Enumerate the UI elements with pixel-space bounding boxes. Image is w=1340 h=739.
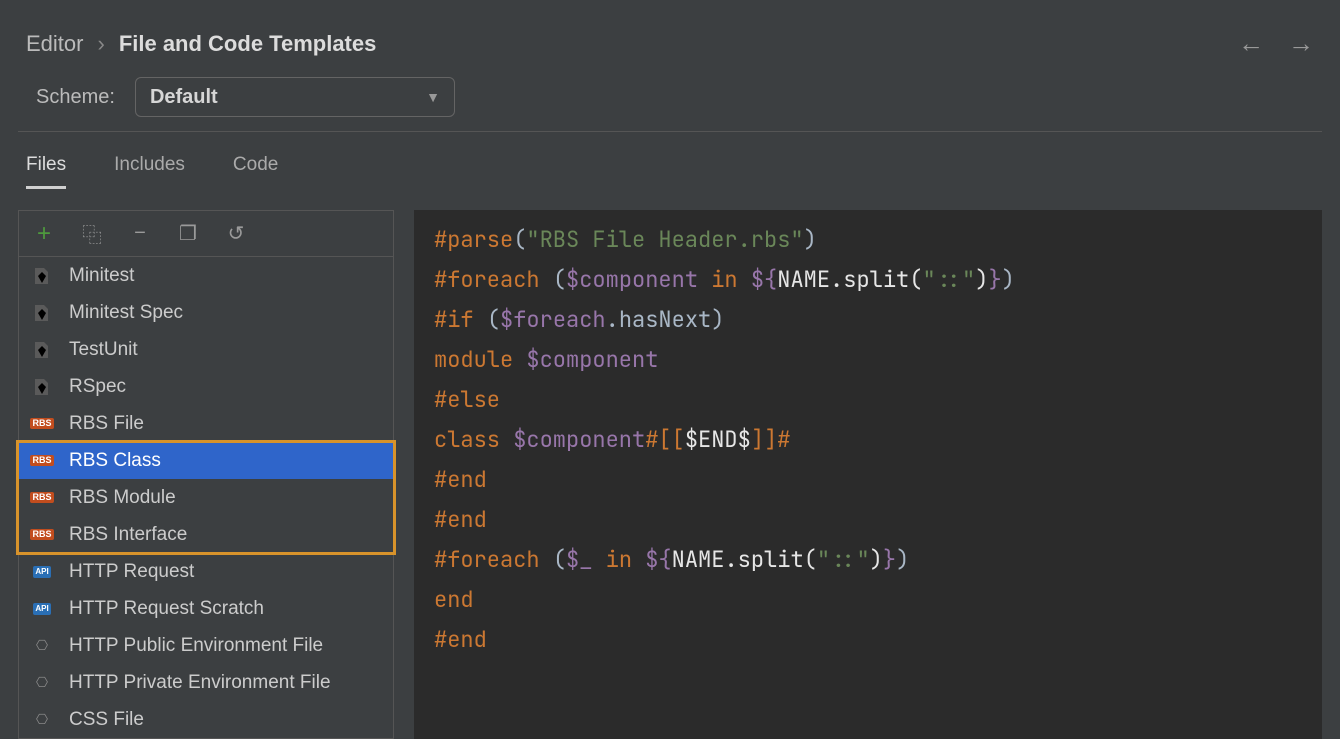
template-row[interactable]: ⎔ HTTP Public Environment File — [19, 627, 393, 664]
template-list-panel: + ⿻ − ❐ ↺ Minitest Minitest Spec TestUnit R… — [18, 210, 394, 739]
code-line: #end — [434, 620, 1302, 660]
template-toolbar: + ⿻ − ❐ ↺ — [19, 211, 393, 257]
nav-back-icon[interactable]: ← — [1238, 28, 1264, 59]
ruby-file-icon — [29, 377, 55, 397]
template-row[interactable]: ⎔ CSS File — [19, 701, 393, 738]
file-icon: ⎔ — [29, 673, 55, 693]
rbs-file-icon: RBS — [29, 488, 55, 508]
copy-template-button[interactable]: ❐ — [177, 221, 199, 246]
remove-button[interactable]: − — [129, 222, 151, 245]
scheme-label: Scheme: — [36, 86, 115, 109]
template-row[interactable]: RBS RBS Interface — [19, 516, 393, 553]
code-line: end — [434, 580, 1302, 620]
revert-button[interactable]: ↺ — [225, 221, 247, 246]
template-row[interactable]: RSpec — [19, 368, 393, 405]
scheme-select[interactable]: Default ▼ — [135, 77, 455, 117]
template-row[interactable]: RBS RBS Class — [19, 442, 393, 479]
rbs-file-icon: RBS — [29, 451, 55, 471]
template-label: RBS File — [69, 413, 144, 435]
template-label: HTTP Private Environment File — [69, 672, 331, 694]
code-line: module $component — [434, 340, 1302, 380]
template-row[interactable]: TestUnit — [19, 331, 393, 368]
code-line: #parse("RBS File Header.rbs") — [434, 220, 1302, 260]
code-line: #foreach ($component in ${NAME.split("::… — [434, 260, 1302, 300]
breadcrumb-parent[interactable]: Editor — [26, 31, 83, 57]
code-line: #if ($foreach.hasNext) — [434, 300, 1302, 340]
code-line: #else — [434, 380, 1302, 420]
ruby-file-icon — [29, 340, 55, 360]
template-row[interactable]: Minitest — [19, 257, 393, 294]
tab-code[interactable]: Code — [233, 154, 278, 189]
template-row[interactable]: Minitest Spec — [19, 294, 393, 331]
template-label: CSS File — [69, 709, 144, 731]
template-row[interactable]: API HTTP Request — [19, 553, 393, 590]
template-label: Minitest — [69, 265, 134, 287]
template-label: HTTP Public Environment File — [69, 635, 323, 657]
tab-includes[interactable]: Includes — [114, 154, 185, 189]
template-label: RBS Class — [69, 450, 161, 472]
breadcrumb-current: File and Code Templates — [119, 31, 377, 57]
add-button[interactable]: + — [33, 220, 55, 248]
template-label: RBS Interface — [69, 524, 187, 546]
api-file-icon: API — [29, 599, 55, 619]
template-label: HTTP Request — [69, 561, 194, 583]
template-row[interactable]: API HTTP Request Scratch — [19, 590, 393, 627]
file-icon: ⎔ — [29, 636, 55, 656]
rbs-file-icon: RBS — [29, 525, 55, 545]
rbs-file-icon: RBS — [29, 414, 55, 434]
code-editor[interactable]: #parse("RBS File Header.rbs")#foreach ($… — [414, 210, 1322, 739]
chevron-right-icon: › — [97, 31, 104, 57]
code-line: #end — [434, 500, 1302, 540]
file-icon: ⎔ — [29, 710, 55, 730]
template-label: RSpec — [69, 376, 126, 398]
copy-button[interactable]: ⿻ — [81, 219, 103, 248]
scheme-value: Default — [150, 86, 218, 109]
template-row[interactable]: RBS RBS Module — [19, 479, 393, 516]
breadcrumb: Editor › File and Code Templates ← → — [0, 0, 1340, 71]
template-label: Minitest Spec — [69, 302, 183, 324]
code-line: #end — [434, 460, 1302, 500]
template-row[interactable]: ⎔ HTTP Private Environment File — [19, 664, 393, 701]
nav-forward-icon[interactable]: → — [1288, 28, 1314, 59]
code-line: class $component#[[$END$]]# — [434, 420, 1302, 460]
code-line: #foreach ($_ in ${NAME.split("::")}) — [434, 540, 1302, 580]
template-label: RBS Module — [69, 487, 176, 509]
ruby-file-icon — [29, 303, 55, 323]
tabs: Files Includes Code — [0, 132, 1340, 190]
api-file-icon: API — [29, 562, 55, 582]
template-label: TestUnit — [69, 339, 138, 361]
tab-files[interactable]: Files — [26, 154, 66, 189]
template-list: MinitestMinitest SpecTestUnitRSpecRBSRBS… — [19, 257, 393, 738]
template-label: HTTP Request Scratch — [69, 598, 264, 620]
ruby-file-icon — [29, 266, 55, 286]
chevron-down-icon: ▼ — [426, 89, 440, 105]
template-row[interactable]: RBS RBS File — [19, 405, 393, 442]
